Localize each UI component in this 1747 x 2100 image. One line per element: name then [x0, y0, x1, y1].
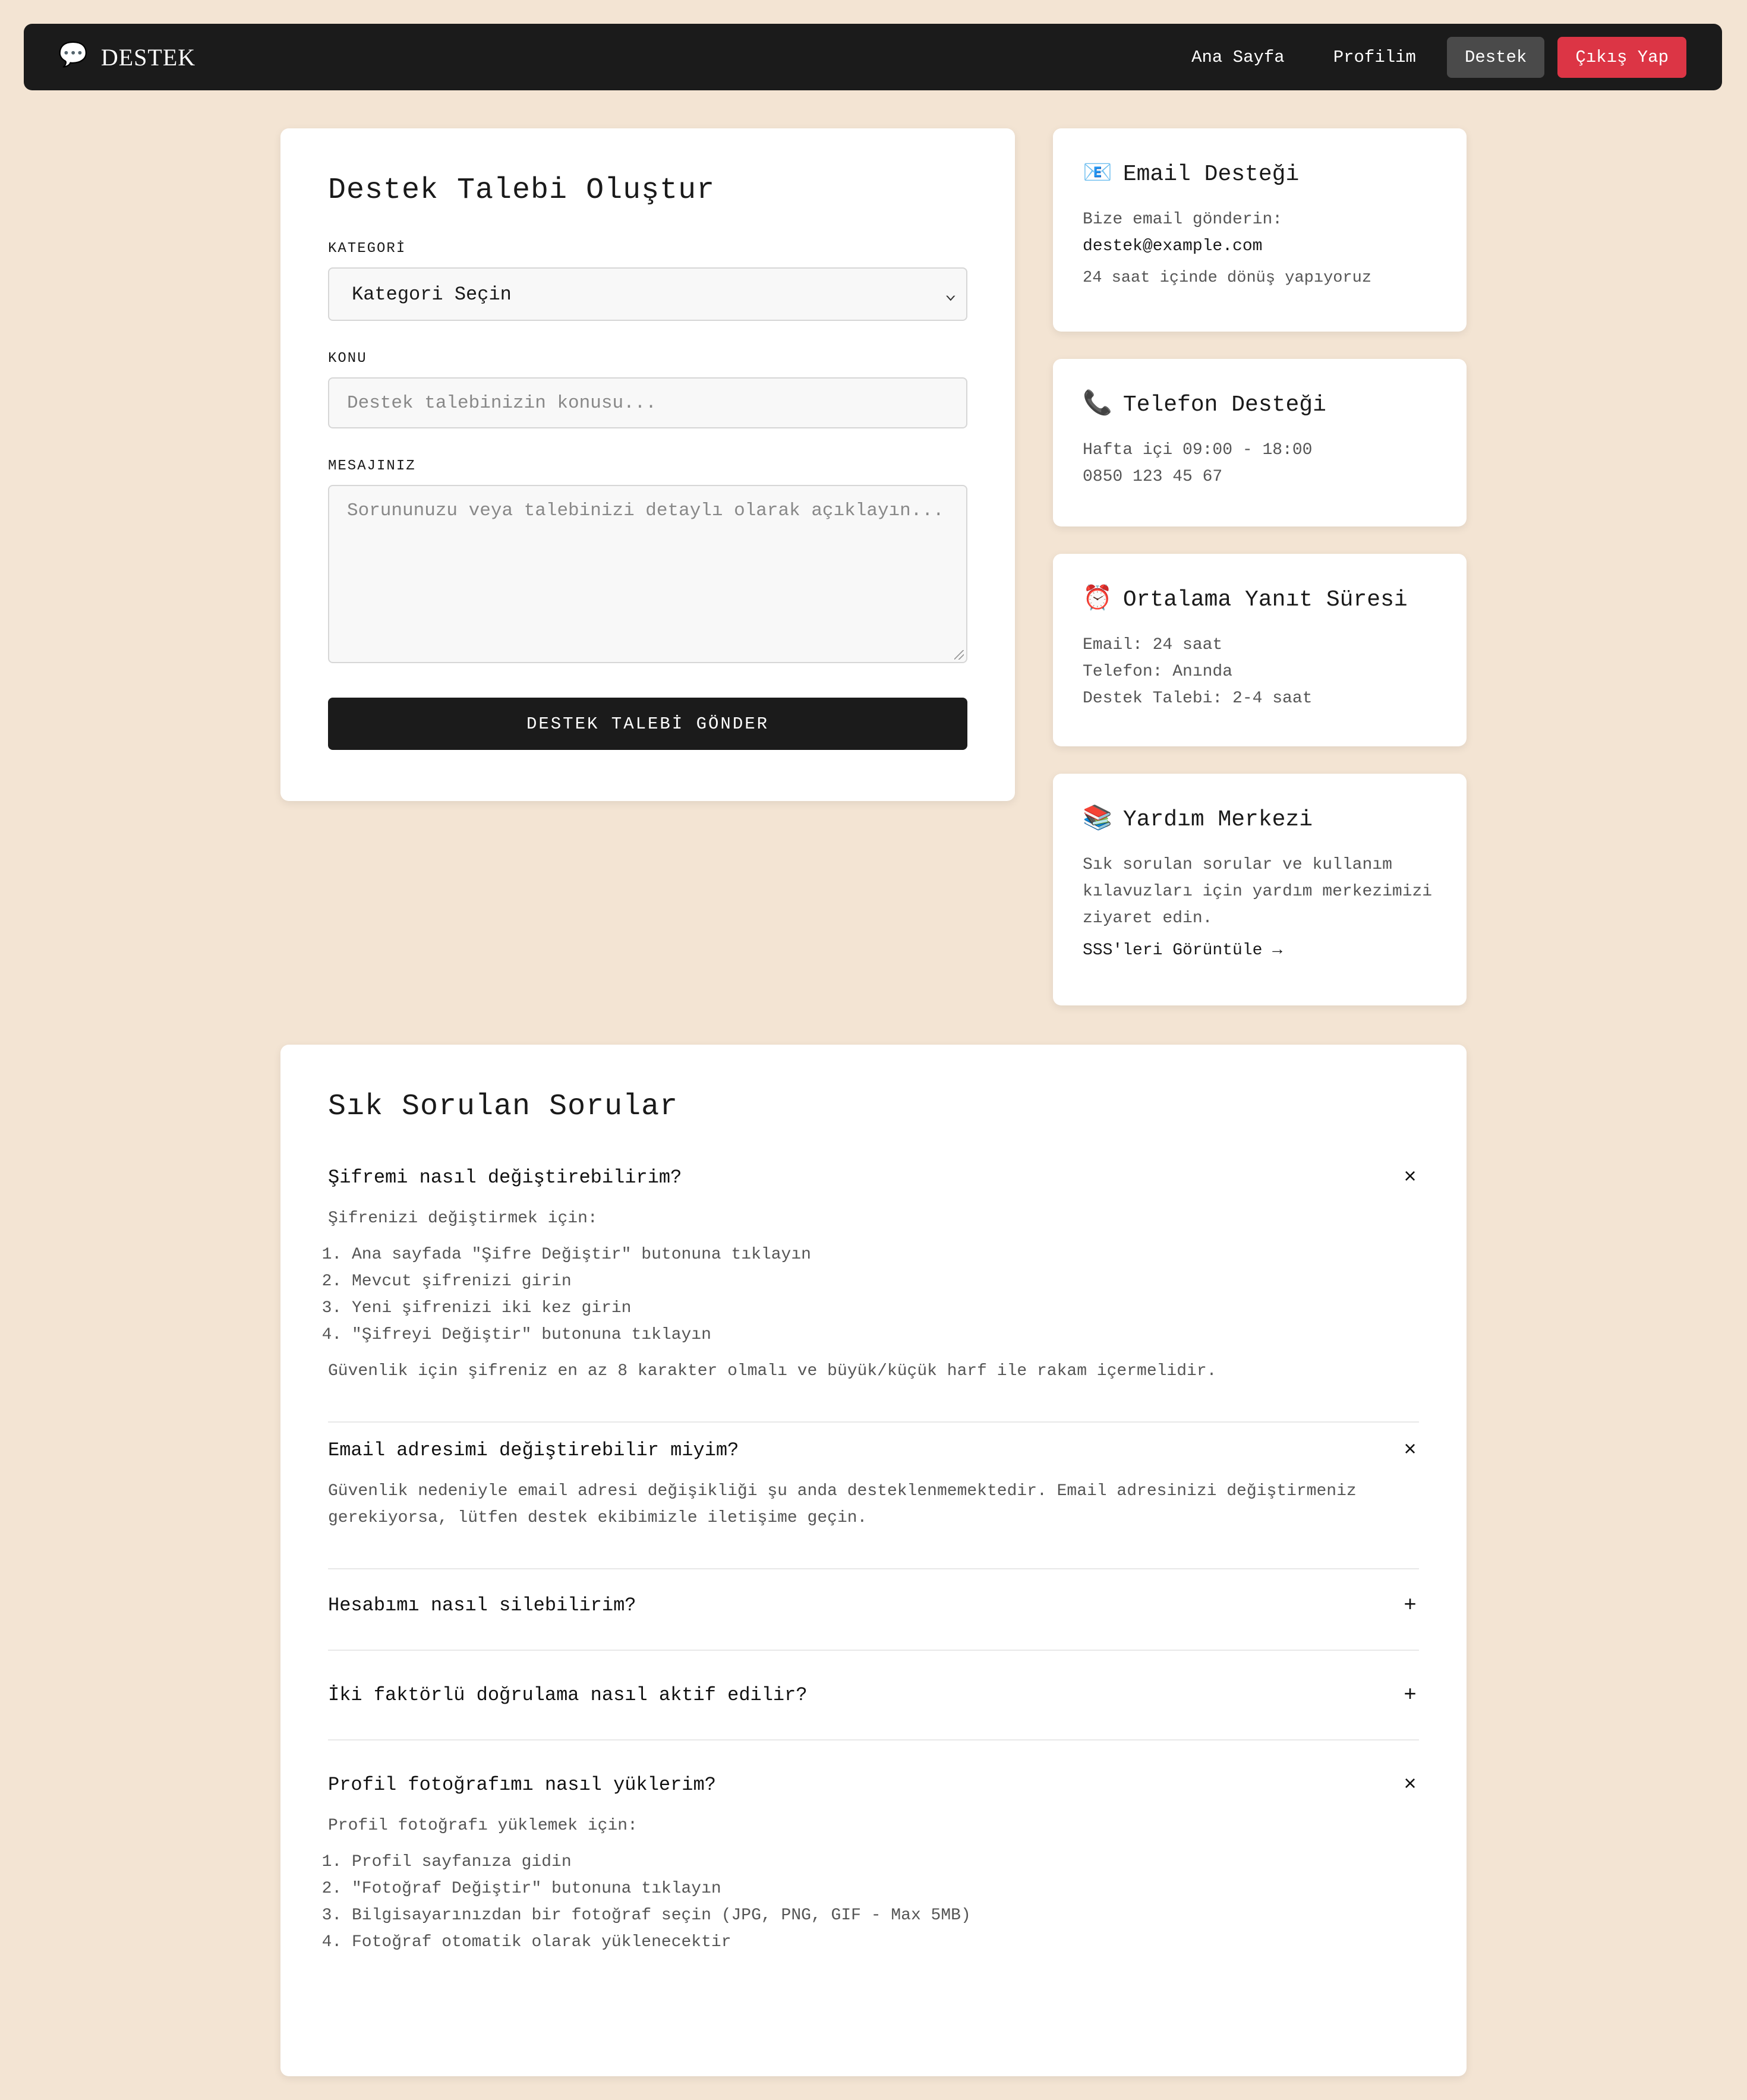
help-card-title-text: Yardım Merkezi — [1122, 807, 1313, 833]
nav-support-link[interactable]: Destek — [1446, 36, 1545, 78]
email-card-title: 📧 Email Desteği — [1083, 162, 1437, 187]
faq-question[interactable]: İki faktörlü doğrulama nasıl aktif edili… — [328, 1651, 1419, 1739]
email-card-title-text: Email Desteği — [1122, 162, 1300, 187]
message-placeholder: Sorununuzu veya talebinizi detaylı olara… — [347, 500, 944, 521]
faq-item: Şifremi nasıl değiştirebilirim? × Şifren… — [328, 1150, 1419, 1423]
list-item: Ana sayfada "Şifre Değiştir" butonuna tı… — [352, 1241, 1419, 1268]
email-support-card: 📧 Email Desteği Bize email gönderin: des… — [1053, 128, 1467, 332]
faq-answer: Güvenlik nedeniyle email adresi değişikl… — [328, 1478, 1419, 1568]
faq-question[interactable]: Profil fotoğrafımı nasıl yüklerim? × — [328, 1740, 1419, 1812]
faq-question[interactable]: Şifremi nasıl değiştirebilirim? × — [328, 1150, 1419, 1205]
faq-item: İki faktörlü doğrulama nasıl aktif edili… — [328, 1651, 1419, 1740]
response-card-title: ⏰ Ortalama Yanıt Süresi — [1083, 587, 1437, 613]
category-select[interactable]: Kategori Seçin ⌄ — [328, 267, 967, 321]
speech-bubble-icon: 💬 — [58, 43, 88, 70]
logout-button[interactable]: Çıkış Yap — [1557, 36, 1686, 78]
chevron-down-icon: ⌄ — [944, 285, 957, 304]
faq-question-text: İki faktörlü doğrulama nasıl aktif edili… — [328, 1684, 808, 1706]
view-faq-link[interactable]: SSS'leri Görüntüle → — [1083, 941, 1437, 960]
phone-icon: 📞 — [1083, 391, 1112, 418]
support-request-form: Destek Talebi Oluştur KATEGORİ Kategori … — [280, 128, 1015, 801]
resize-handle-icon[interactable] — [954, 650, 964, 660]
faq-item: Hesabımı nasıl silebilirim? + — [328, 1569, 1419, 1651]
category-label: KATEGORİ — [328, 241, 406, 257]
email-card-intro: Bize email gönderin: — [1083, 210, 1283, 229]
response-email-time: Email: 24 saat — [1083, 636, 1223, 654]
phone-card-title-text: Telefon Desteği — [1122, 392, 1326, 418]
books-icon: 📚 — [1083, 806, 1112, 833]
phone-hours: Hafta içi 09:00 - 18:00 — [1083, 441, 1313, 459]
faq-steps-list: Ana sayfada "Şifre Değiştir" butonuna tı… — [328, 1241, 1419, 1348]
faq-answer-intro: Şifrenizi değiştirmek için: — [328, 1209, 598, 1228]
faq-item: Email adresimi değiştirebilir miyim? × G… — [328, 1423, 1419, 1569]
nav-profile-link[interactable]: Profilim — [1316, 37, 1434, 78]
response-card-title-text: Ortalama Yanıt Süresi — [1122, 587, 1408, 613]
faq-answer-note: Güvenlik için şifreniz en az 8 karakter … — [328, 1362, 1217, 1380]
response-ticket-time: Destek Talebi: 2-4 saat — [1083, 689, 1313, 708]
phone-card-title: 📞 Telefon Desteği — [1083, 392, 1437, 418]
subject-input[interactable]: Destek talebinizin konusu... — [328, 377, 967, 428]
list-item: Mevcut şifrenizi girin — [352, 1268, 1419, 1295]
list-item: Fotoğraf otomatik olarak yüklenecektir — [352, 1929, 1419, 1956]
submit-button[interactable]: DESTEK TALEBİ GÖNDER — [328, 698, 967, 750]
faq-item: Profil fotoğrafımı nasıl yüklerim? × Pro… — [328, 1740, 1419, 1992]
envelope-icon: 📧 — [1083, 160, 1112, 188]
phone-number[interactable]: 0850 123 45 67 — [1083, 463, 1437, 490]
nav-links: Ana Sayfa Profilim Destek Çıkış Yap — [1174, 36, 1686, 78]
faq-answer-text: Güvenlik nedeniyle email adresi değişikl… — [328, 1482, 1357, 1527]
faq-section: Sık Sorulan Sorular Şifremi nasıl değişt… — [280, 1045, 1467, 2076]
plus-icon[interactable]: + — [1401, 1593, 1419, 1617]
faq-title: Sık Sorulan Sorular — [328, 1090, 679, 1124]
faq-answer-intro: Profil fotoğrafı yüklemek için: — [328, 1817, 638, 1835]
faq-question-text: Profil fotoğrafımı nasıl yüklerim? — [328, 1774, 716, 1796]
faq-question-text: Hesabımı nasıl silebilirim? — [328, 1594, 636, 1616]
list-item: "Fotoğraf Değiştir" butonuna tıklayın — [352, 1875, 1419, 1902]
phone-support-card: 📞 Telefon Desteği Hafta içi 09:00 - 18:0… — [1053, 359, 1467, 526]
faq-answer: Profil fotoğrafı yüklemek için: Profil s… — [328, 1812, 1419, 1992]
list-item: Bilgisayarınızdan bir fotoğraf seçin (JP… — [352, 1902, 1419, 1929]
form-title: Destek Talebi Oluştur — [328, 174, 715, 207]
message-label: MESAJINIZ — [328, 458, 416, 474]
response-time-card: ⏰ Ortalama Yanıt Süresi Email: 24 saat T… — [1053, 554, 1467, 746]
help-center-card: 📚 Yardım Merkezi Sık sorulan sorular ve … — [1053, 774, 1467, 1005]
help-card-title: 📚 Yardım Merkezi — [1083, 807, 1437, 833]
top-navbar: 💬 DESTEK Ana Sayfa Profilim Destek Çıkış… — [24, 24, 1722, 90]
subject-label: KONU — [328, 351, 367, 367]
close-icon[interactable]: × — [1401, 1438, 1419, 1462]
support-email-address[interactable]: destek@example.com — [1083, 233, 1437, 260]
faq-question-text: Şifremi nasıl değiştirebilirim? — [328, 1166, 682, 1188]
list-item: Profil sayfanıza gidin — [352, 1849, 1419, 1875]
response-phone-time: Telefon: Anında — [1083, 663, 1233, 681]
category-selected-value: Kategori Seçin — [352, 283, 512, 305]
faq-answer: Şifrenizi değiştirmek için: Ana sayfada … — [328, 1205, 1419, 1421]
faq-steps-list: Profil sayfanıza gidin "Fotoğraf Değişti… — [328, 1849, 1419, 1956]
help-card-description: Sık sorulan sorular ve kullanım kılavuzl… — [1083, 856, 1433, 928]
alarm-clock-icon: ⏰ — [1083, 586, 1112, 613]
brand-name: DESTEK — [100, 43, 196, 71]
faq-question[interactable]: Hesabımı nasıl silebilirim? + — [328, 1569, 1419, 1650]
faq-question-text: Email adresimi değiştirebilir miyim? — [328, 1439, 739, 1461]
plus-icon[interactable]: + — [1401, 1683, 1419, 1707]
close-icon[interactable]: × — [1401, 1165, 1419, 1190]
list-item: Yeni şifrenizi iki kez girin — [352, 1295, 1419, 1322]
email-response-note: 24 saat içinde dönüş yapıyoruz — [1083, 269, 1372, 287]
close-icon[interactable]: × — [1401, 1773, 1419, 1797]
list-item: "Şifreyi Değiştir" butonuna tıklayın — [352, 1322, 1419, 1348]
brand[interactable]: 💬 DESTEK — [58, 43, 195, 71]
message-textarea[interactable]: Sorununuzu veya talebinizi detaylı olara… — [328, 485, 967, 663]
faq-question[interactable]: Email adresimi değiştirebilir miyim? × — [328, 1423, 1419, 1478]
nav-home-link[interactable]: Ana Sayfa — [1174, 37, 1303, 78]
